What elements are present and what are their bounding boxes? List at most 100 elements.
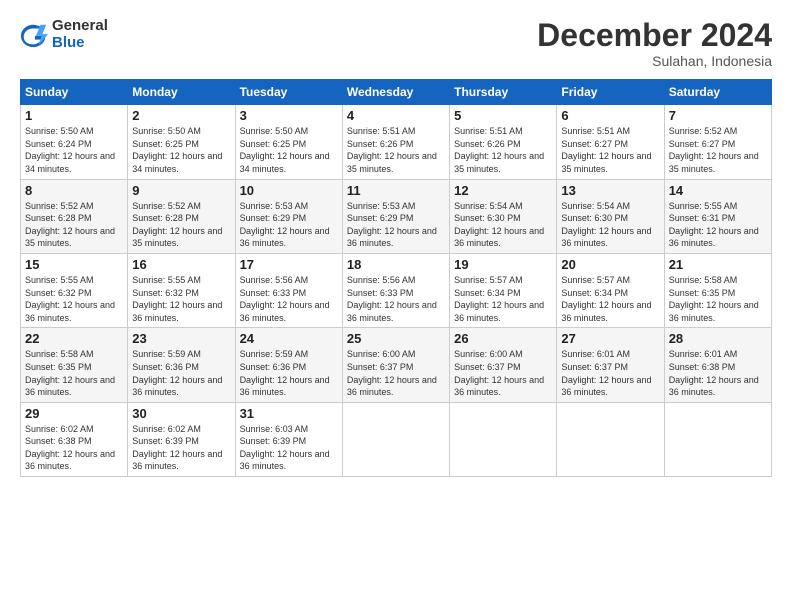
day-number: 30	[132, 406, 230, 421]
day-info: Sunrise: 6:01 AM Sunset: 6:38 PM Dayligh…	[669, 348, 767, 398]
logo-icon	[20, 21, 48, 49]
day-number: 4	[347, 108, 445, 123]
calendar-header: Sunday Monday Tuesday Wednesday Thursday…	[21, 80, 772, 105]
week-row-2: 8 Sunrise: 5:52 AM Sunset: 6:28 PM Dayli…	[21, 179, 772, 253]
day-number: 25	[347, 331, 445, 346]
day-number: 3	[240, 108, 338, 123]
header-saturday: Saturday	[664, 80, 771, 105]
header-wednesday: Wednesday	[342, 80, 449, 105]
day-info: Sunrise: 5:53 AM Sunset: 6:29 PM Dayligh…	[347, 200, 445, 250]
day-cell: 6 Sunrise: 5:51 AM Sunset: 6:27 PM Dayli…	[557, 105, 664, 179]
week-row-5: 29 Sunrise: 6:02 AM Sunset: 6:38 PM Dayl…	[21, 402, 772, 476]
day-cell: 5 Sunrise: 5:51 AM Sunset: 6:26 PM Dayli…	[450, 105, 557, 179]
day-info: Sunrise: 6:00 AM Sunset: 6:37 PM Dayligh…	[454, 348, 552, 398]
header-tuesday: Tuesday	[235, 80, 342, 105]
header-friday: Friday	[557, 80, 664, 105]
day-info: Sunrise: 5:56 AM Sunset: 6:33 PM Dayligh…	[347, 274, 445, 324]
day-number: 7	[669, 108, 767, 123]
day-cell: 25 Sunrise: 6:00 AM Sunset: 6:37 PM Dayl…	[342, 328, 449, 402]
location-subtitle: Sulahan, Indonesia	[537, 53, 772, 69]
day-cell: 11 Sunrise: 5:53 AM Sunset: 6:29 PM Dayl…	[342, 179, 449, 253]
day-number: 16	[132, 257, 230, 272]
day-number: 23	[132, 331, 230, 346]
day-number: 13	[561, 183, 659, 198]
day-cell: 24 Sunrise: 5:59 AM Sunset: 6:36 PM Dayl…	[235, 328, 342, 402]
day-number: 17	[240, 257, 338, 272]
month-title: December 2024	[537, 18, 772, 53]
day-info: Sunrise: 6:02 AM Sunset: 6:38 PM Dayligh…	[25, 423, 123, 473]
day-info: Sunrise: 5:54 AM Sunset: 6:30 PM Dayligh…	[561, 200, 659, 250]
day-cell: 19 Sunrise: 5:57 AM Sunset: 6:34 PM Dayl…	[450, 253, 557, 327]
logo: General Blue	[20, 18, 108, 51]
day-info: Sunrise: 5:59 AM Sunset: 6:36 PM Dayligh…	[240, 348, 338, 398]
day-info: Sunrise: 6:01 AM Sunset: 6:37 PM Dayligh…	[561, 348, 659, 398]
header: General Blue December 2024 Sulahan, Indo…	[20, 18, 772, 69]
day-info: Sunrise: 5:51 AM Sunset: 6:26 PM Dayligh…	[454, 125, 552, 175]
day-info: Sunrise: 6:00 AM Sunset: 6:37 PM Dayligh…	[347, 348, 445, 398]
day-number: 14	[669, 183, 767, 198]
day-number: 12	[454, 183, 552, 198]
day-info: Sunrise: 5:58 AM Sunset: 6:35 PM Dayligh…	[669, 274, 767, 324]
day-cell	[450, 402, 557, 476]
day-number: 1	[25, 108, 123, 123]
day-cell: 4 Sunrise: 5:51 AM Sunset: 6:26 PM Dayli…	[342, 105, 449, 179]
day-cell: 17 Sunrise: 5:56 AM Sunset: 6:33 PM Dayl…	[235, 253, 342, 327]
week-row-4: 22 Sunrise: 5:58 AM Sunset: 6:35 PM Dayl…	[21, 328, 772, 402]
day-cell: 29 Sunrise: 6:02 AM Sunset: 6:38 PM Dayl…	[21, 402, 128, 476]
day-number: 19	[454, 257, 552, 272]
day-number: 6	[561, 108, 659, 123]
day-cell: 9 Sunrise: 5:52 AM Sunset: 6:28 PM Dayli…	[128, 179, 235, 253]
logo-general-text: General	[52, 18, 108, 35]
day-info: Sunrise: 5:51 AM Sunset: 6:27 PM Dayligh…	[561, 125, 659, 175]
day-number: 2	[132, 108, 230, 123]
day-cell: 12 Sunrise: 5:54 AM Sunset: 6:30 PM Dayl…	[450, 179, 557, 253]
day-info: Sunrise: 5:52 AM Sunset: 6:27 PM Dayligh…	[669, 125, 767, 175]
day-number: 9	[132, 183, 230, 198]
calendar-table: Sunday Monday Tuesday Wednesday Thursday…	[20, 79, 772, 477]
day-info: Sunrise: 5:55 AM Sunset: 6:31 PM Dayligh…	[669, 200, 767, 250]
day-cell: 7 Sunrise: 5:52 AM Sunset: 6:27 PM Dayli…	[664, 105, 771, 179]
header-sunday: Sunday	[21, 80, 128, 105]
day-cell: 16 Sunrise: 5:55 AM Sunset: 6:32 PM Dayl…	[128, 253, 235, 327]
day-number: 27	[561, 331, 659, 346]
day-cell	[557, 402, 664, 476]
day-cell	[342, 402, 449, 476]
title-block: December 2024 Sulahan, Indonesia	[537, 18, 772, 69]
header-thursday: Thursday	[450, 80, 557, 105]
day-info: Sunrise: 6:03 AM Sunset: 6:39 PM Dayligh…	[240, 423, 338, 473]
day-number: 31	[240, 406, 338, 421]
day-info: Sunrise: 5:57 AM Sunset: 6:34 PM Dayligh…	[561, 274, 659, 324]
day-cell: 23 Sunrise: 5:59 AM Sunset: 6:36 PM Dayl…	[128, 328, 235, 402]
day-cell	[664, 402, 771, 476]
weekday-header-row: Sunday Monday Tuesday Wednesday Thursday…	[21, 80, 772, 105]
logo-text: General Blue	[52, 18, 108, 51]
day-info: Sunrise: 5:51 AM Sunset: 6:26 PM Dayligh…	[347, 125, 445, 175]
day-number: 18	[347, 257, 445, 272]
day-cell: 28 Sunrise: 6:01 AM Sunset: 6:38 PM Dayl…	[664, 328, 771, 402]
day-number: 20	[561, 257, 659, 272]
day-info: Sunrise: 6:02 AM Sunset: 6:39 PM Dayligh…	[132, 423, 230, 473]
day-cell: 18 Sunrise: 5:56 AM Sunset: 6:33 PM Dayl…	[342, 253, 449, 327]
day-cell: 8 Sunrise: 5:52 AM Sunset: 6:28 PM Dayli…	[21, 179, 128, 253]
day-number: 10	[240, 183, 338, 198]
page-container: General Blue December 2024 Sulahan, Indo…	[0, 0, 792, 487]
day-info: Sunrise: 5:50 AM Sunset: 6:24 PM Dayligh…	[25, 125, 123, 175]
day-number: 11	[347, 183, 445, 198]
day-info: Sunrise: 5:55 AM Sunset: 6:32 PM Dayligh…	[132, 274, 230, 324]
day-number: 15	[25, 257, 123, 272]
day-number: 5	[454, 108, 552, 123]
calendar-body: 1 Sunrise: 5:50 AM Sunset: 6:24 PM Dayli…	[21, 105, 772, 477]
day-info: Sunrise: 5:50 AM Sunset: 6:25 PM Dayligh…	[240, 125, 338, 175]
day-cell: 20 Sunrise: 5:57 AM Sunset: 6:34 PM Dayl…	[557, 253, 664, 327]
day-cell: 21 Sunrise: 5:58 AM Sunset: 6:35 PM Dayl…	[664, 253, 771, 327]
header-monday: Monday	[128, 80, 235, 105]
day-cell: 1 Sunrise: 5:50 AM Sunset: 6:24 PM Dayli…	[21, 105, 128, 179]
day-info: Sunrise: 5:58 AM Sunset: 6:35 PM Dayligh…	[25, 348, 123, 398]
day-info: Sunrise: 5:55 AM Sunset: 6:32 PM Dayligh…	[25, 274, 123, 324]
day-cell: 26 Sunrise: 6:00 AM Sunset: 6:37 PM Dayl…	[450, 328, 557, 402]
day-info: Sunrise: 5:50 AM Sunset: 6:25 PM Dayligh…	[132, 125, 230, 175]
day-info: Sunrise: 5:52 AM Sunset: 6:28 PM Dayligh…	[132, 200, 230, 250]
day-number: 29	[25, 406, 123, 421]
week-row-1: 1 Sunrise: 5:50 AM Sunset: 6:24 PM Dayli…	[21, 105, 772, 179]
day-cell: 22 Sunrise: 5:58 AM Sunset: 6:35 PM Dayl…	[21, 328, 128, 402]
